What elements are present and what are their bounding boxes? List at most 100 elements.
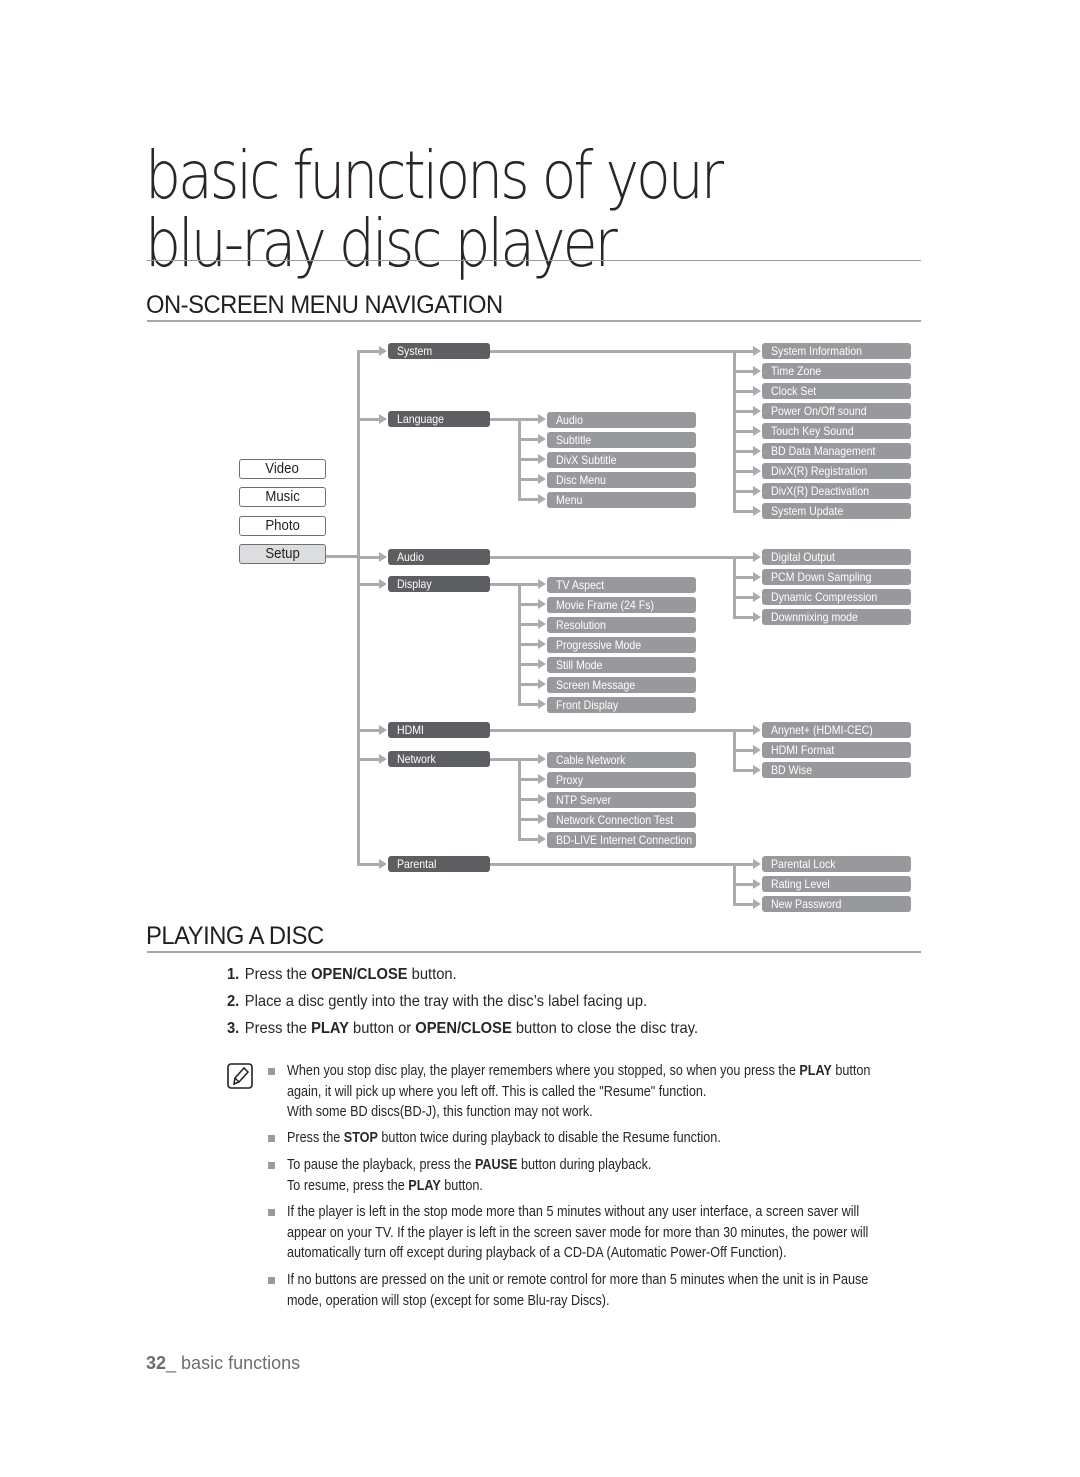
setting-item[interactable]: Parental Lock [762,856,911,872]
submenu-item[interactable]: DivX Subtitle [547,452,696,468]
connector-line [358,863,380,866]
connector-line [519,583,539,586]
note-text: When you stop disc play, the player reme… [287,1063,800,1079]
menu-item-parental[interactable]: Parental [388,856,490,872]
arrow-icon [753,899,761,909]
submenu-item[interactable]: Progressive Mode [547,637,696,653]
step-number: 2. [227,993,240,1010]
menu-item-network[interactable]: Network [388,751,490,767]
menu-item-label: Network Connection Test [556,813,674,827]
setting-item[interactable]: BD Wise [762,762,911,778]
bullet-icon [268,1209,275,1216]
connector-line [734,490,754,493]
setting-item[interactable]: System Update [762,503,911,519]
connector-line [358,758,380,761]
menu-item-label: Screen Message [556,678,636,692]
setting-item[interactable]: Downmixing mode [762,609,911,625]
menu-item-label: Parental [397,857,437,871]
footer-separator: _ [166,1353,182,1373]
connector-line [519,703,539,706]
arrow-icon [753,486,761,496]
step-text: button to close the disc tray. [511,1020,699,1037]
menu-item-label: Downmixing mode [771,610,858,624]
menu-item-label: Subtitle [556,433,592,447]
connector-line [733,557,736,619]
connector-line [490,758,519,761]
submenu-item[interactable]: Screen Message [547,677,696,693]
setting-item[interactable]: Clock Set [762,383,911,399]
connector-line [490,350,734,353]
connector-line [734,576,754,579]
setting-item[interactable]: Digital Output [762,549,911,565]
submenu-item[interactable]: Front Display [547,697,696,713]
setting-item[interactable]: Rating Level [762,876,911,892]
bullet-icon [268,1162,275,1169]
submenu-item[interactable]: NTP Server [547,792,696,808]
connector-line [734,390,754,393]
submenu-item[interactable]: Subtitle [547,432,696,448]
menu-item-audio[interactable]: Audio [388,549,490,565]
menu-item-display[interactable]: Display [388,576,490,592]
menu-item-label: Dynamic Compression [771,590,878,604]
connector-line [519,478,539,481]
connector-line [358,556,380,559]
arrow-icon [753,859,761,869]
submenu-item[interactable]: Menu [547,492,696,508]
arrow-icon [753,765,761,775]
setting-item[interactable]: System Information [762,343,911,359]
setting-item[interactable]: Power On/Off sound [762,403,911,419]
menu-item-hdmi[interactable]: HDMI [388,722,490,738]
submenu-item[interactable]: Proxy [547,772,696,788]
arrow-icon [753,406,761,416]
setting-item[interactable]: DivX(R) Deactivation [762,483,911,499]
connector-line [519,438,539,441]
submenu-item[interactable]: TV Aspect [547,577,696,593]
submenu-item[interactable]: Still Mode [547,657,696,673]
step-text: button. [407,966,457,983]
submenu-item[interactable]: Disc Menu [547,472,696,488]
connector-line [519,663,539,666]
note-text: If no buttons are pressed on the unit or… [287,1272,869,1309]
step-text: Press the [244,1020,312,1037]
connector-line [358,350,380,353]
submenu-item[interactable]: Cable Network [547,752,696,768]
menu-item-system[interactable]: System [388,343,490,359]
menu-item-label: Digital Output [771,550,835,564]
menu-item-label: Network [397,752,436,766]
setting-item[interactable]: New Password [762,896,911,912]
submenu-item[interactable]: BD-LIVE Internet Connection [547,832,696,848]
connector-line [734,596,754,599]
setting-item[interactable]: Time Zone [762,363,911,379]
bullet-icon [268,1135,275,1142]
button-name: OPEN/CLOSE [415,1020,512,1037]
connector-line [734,450,754,453]
connector-line [734,510,754,513]
connector-line [734,370,754,373]
menu-item-label: Display [397,577,432,591]
setting-item[interactable]: HDMI Format [762,742,911,758]
connector-line [734,410,754,413]
setting-item[interactable]: Dynamic Compression [762,589,911,605]
menu-item-label: Progressive Mode [556,638,642,652]
menu-item-label: Language [397,412,444,426]
connector-line [734,749,754,752]
page-number: 32 [146,1353,167,1373]
submenu-item[interactable]: Resolution [547,617,696,633]
menu-item-label: Proxy [556,773,584,787]
menu-item-label: Resolution [556,618,606,632]
connector-line [734,470,754,473]
step-number: 3. [227,1020,240,1037]
setting-item[interactable]: Touch Key Sound [762,423,911,439]
setting-item[interactable]: Anynet+ (HDMI-CEC) [762,722,911,738]
setting-item[interactable]: PCM Down Sampling [762,569,911,585]
menu-item-language[interactable]: Language [388,411,490,427]
submenu-item[interactable]: Movie Frame (24 Fs) [547,597,696,613]
menu-item-label: Menu [556,493,583,507]
connector-line [734,350,754,353]
setting-item[interactable]: BD Data Management [762,443,911,459]
setting-item[interactable]: DivX(R) Registration [762,463,911,479]
arrow-icon [753,466,761,476]
menu-item-label: Audio [397,550,425,564]
submenu-item[interactable]: Audio [547,412,696,428]
submenu-item[interactable]: Network Connection Test [547,812,696,828]
